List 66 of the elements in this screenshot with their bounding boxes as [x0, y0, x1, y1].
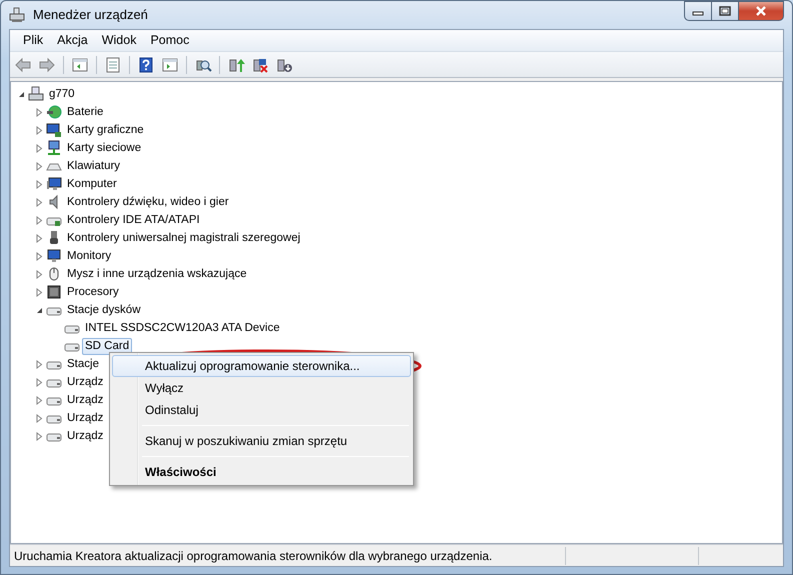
back-arrow-icon[interactable] — [14, 56, 32, 74]
maximize-icon[interactable] — [719, 6, 731, 16]
tree-item[interactable]: Kontrolery IDE ATA/ATAPI — [64, 212, 203, 228]
expand-arrow-icon[interactable] — [35, 108, 44, 116]
tree-item[interactable]: Procesory — [64, 284, 122, 300]
expand-arrow-icon[interactable] — [35, 252, 44, 260]
expand-arrow-icon[interactable] — [35, 126, 44, 134]
tree-item[interactable]: Urządz — [64, 428, 106, 444]
tree-item[interactable]: Karty graficzne — [64, 122, 147, 138]
close-button[interactable] — [738, 1, 784, 21]
tree-item[interactable]: Komputer — [64, 176, 120, 192]
expand-arrow-icon[interactable] — [35, 270, 44, 278]
forward-arrow-icon[interactable] — [38, 56, 56, 74]
network-icon — [46, 140, 62, 156]
menu-item[interactable]: Plik — [16, 29, 50, 52]
menu-option[interactable]: Wyłącz — [112, 377, 411, 399]
tree-item[interactable]: Kontrolery uniwersalnej magistrali szeregowej — [64, 230, 304, 246]
expand-arrow-icon[interactable] — [35, 144, 44, 152]
expand-arrow-icon[interactable] — [35, 360, 44, 368]
tree-item[interactable]: Stacje dysków — [64, 302, 144, 318]
computer-icon — [28, 86, 44, 102]
expand-arrow-icon[interactable] — [35, 216, 44, 224]
properties-icon[interactable] — [104, 56, 122, 74]
action-pane-icon[interactable] — [161, 56, 179, 74]
processor-icon — [46, 284, 62, 300]
collapse-arrow-icon[interactable] — [17, 90, 26, 98]
expand-arrow-icon[interactable] — [35, 396, 44, 404]
help-icon[interactable] — [137, 56, 155, 74]
tree-item[interactable]: Mysz i inne urządzenia wskazujące — [64, 266, 250, 282]
menu-item[interactable]: Akcja — [50, 29, 95, 52]
menu-option[interactable]: Skanuj w poszukiwaniu zmian sprzętu — [112, 430, 411, 452]
tree-item[interactable]: Urządz — [64, 410, 106, 426]
expand-arrow-icon[interactable] — [35, 162, 44, 170]
tree-item[interactable]: Karty sieciowe — [64, 140, 144, 156]
expand-arrow-icon[interactable] — [35, 180, 44, 188]
expand-arrow-icon[interactable] — [35, 234, 44, 242]
menu-option[interactable]: Odinstaluj — [112, 399, 411, 421]
expand-arrow-icon[interactable] — [35, 414, 44, 422]
tree-item[interactable]: Monitory — [64, 248, 114, 264]
minimize-button[interactable] — [684, 1, 711, 21]
battery-icon — [46, 104, 62, 120]
window-title: Menedżer urządzeń — [33, 6, 148, 24]
tree-item[interactable]: g770 — [46, 86, 78, 102]
display-adapter-icon — [46, 122, 62, 138]
tree-item[interactable]: INTEL SSDSC2CW120A3 ATA Device — [82, 320, 283, 336]
expand-arrow-icon[interactable] — [35, 432, 44, 440]
menu-item[interactable]: Widok — [94, 29, 144, 52]
tree-item[interactable]: Klawiatury — [64, 158, 124, 174]
expand-arrow-icon[interactable] — [35, 288, 44, 296]
tree-item[interactable]: Baterie — [64, 104, 106, 120]
menu-item[interactable]: Pomoc — [143, 29, 196, 52]
close-icon[interactable] — [755, 6, 767, 16]
tree-item[interactable]: SD Card — [82, 338, 132, 354]
collapse-arrow-icon[interactable] — [35, 306, 44, 314]
maximize-button[interactable] — [711, 1, 738, 21]
expand-arrow-icon[interactable] — [35, 378, 44, 386]
tree-item[interactable]: Kontrolery dźwięku, wideo i gier — [64, 194, 232, 210]
expand-arrow-icon[interactable] — [35, 198, 44, 206]
menu-option[interactable]: Właściwości — [112, 461, 411, 483]
device-manager-icon — [9, 7, 25, 23]
tree-item[interactable]: Stacje — [64, 356, 102, 372]
console-tree-icon[interactable] — [71, 56, 89, 74]
tree-item[interactable]: Urządz — [64, 392, 106, 408]
status-text: Uruchamia Kreatora aktualizacji oprogramowania sterowników dla wybranego urządzenia. — [13, 548, 494, 564]
menu-option[interactable]: Aktualizuj oprogramowanie sterownika... — [112, 355, 411, 377]
tree-item[interactable]: Urządz — [64, 374, 106, 390]
